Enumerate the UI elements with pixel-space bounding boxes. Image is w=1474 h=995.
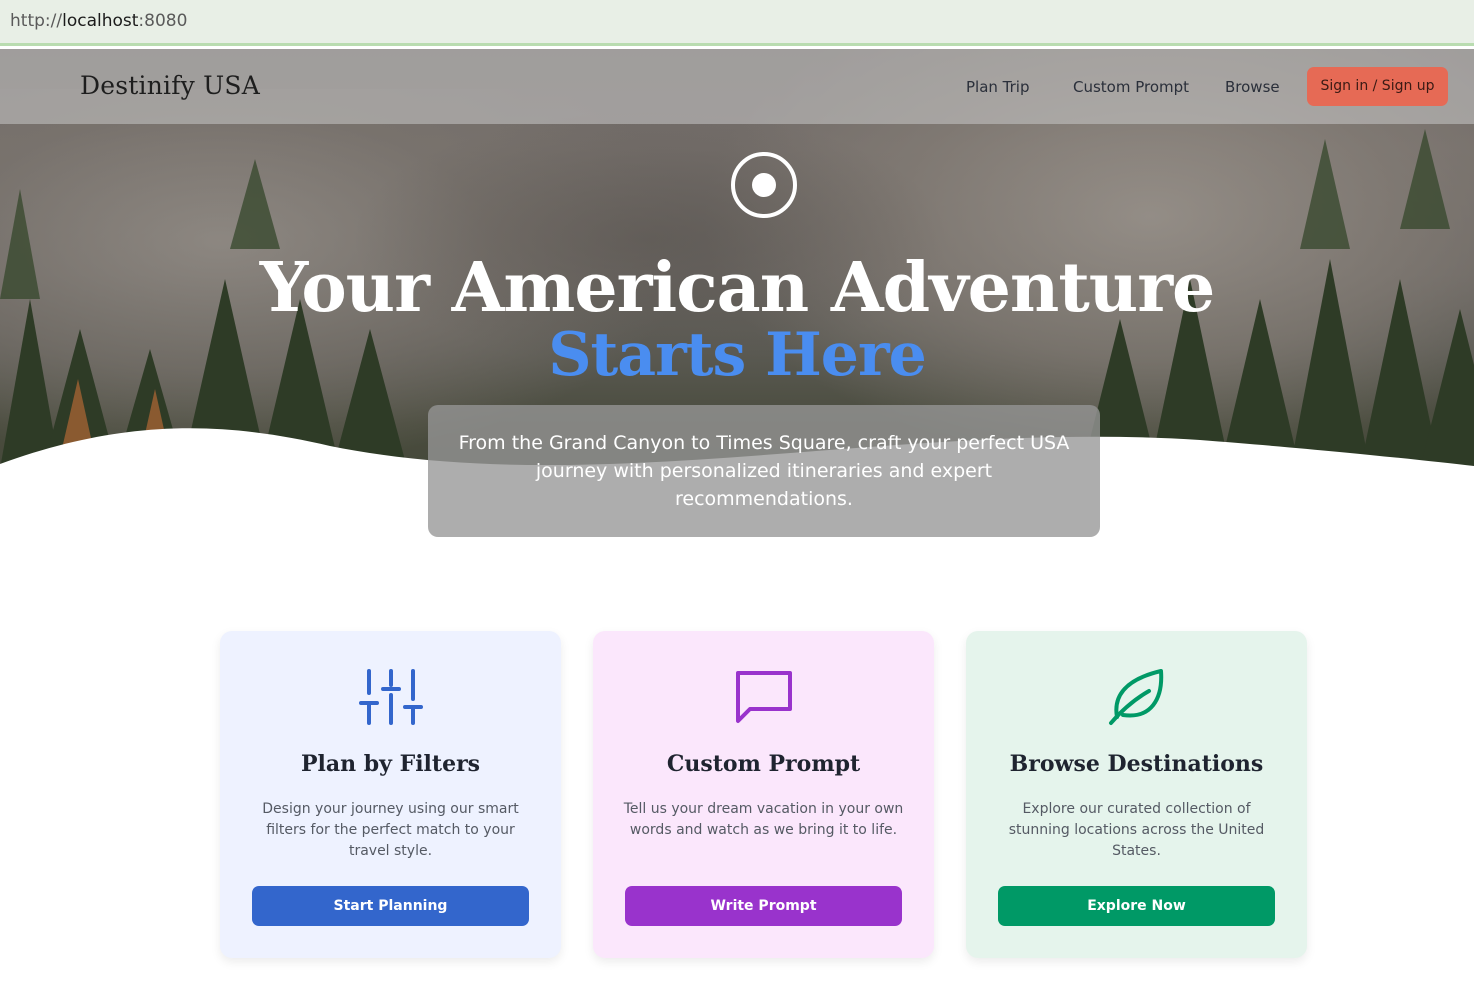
hero-subtitle-box: From the Grand Canyon to Times Square, c… xyxy=(428,405,1100,537)
brand-logo[interactable]: Destinify USA xyxy=(80,71,260,100)
card-description: Explore our curated collection of stunni… xyxy=(1008,801,1265,859)
hero-title-accent: Starts Here xyxy=(548,320,927,390)
start-planning-button[interactable]: Start Planning xyxy=(252,886,529,926)
card-description: Tell us your dream vacation in your own … xyxy=(623,801,904,838)
top-navbar: Destinify USA Plan Trip Custom Prompt Br… xyxy=(0,49,1474,124)
explore-now-button[interactable]: Explore Now xyxy=(998,886,1275,926)
nav-custom-prompt[interactable]: Custom Prompt xyxy=(1073,78,1189,96)
nav-browse[interactable]: Browse xyxy=(1225,78,1280,96)
leaf-icon xyxy=(1108,669,1163,725)
card-title: Plan by Filters xyxy=(300,751,481,777)
target-icon xyxy=(731,152,797,218)
card-custom-prompt: Custom Prompt Tell us your dream vacatio… xyxy=(593,631,934,958)
hero-subtitle: From the Grand Canyon to Times Square, c… xyxy=(458,432,1070,510)
write-prompt-button[interactable]: Write Prompt xyxy=(625,886,902,926)
message-square-icon xyxy=(735,671,792,723)
nav-plan-trip[interactable]: Plan Trip xyxy=(966,78,1030,96)
card-plan-by-filters: Plan by Filters Design your journey usin… xyxy=(220,631,561,958)
sliders-icon xyxy=(358,669,423,725)
browser-url-bar[interactable]: http://localhost:8080 xyxy=(0,0,1474,46)
url-text[interactable]: http://localhost:8080 xyxy=(10,11,187,31)
card-browse-destinations: Browse Destinations Explore our curated … xyxy=(966,631,1307,958)
hero-title: Your American Adventure xyxy=(259,248,1216,328)
card-description: Design your journey using our smart filt… xyxy=(262,801,519,859)
card-title: Browse Destinations xyxy=(1009,751,1264,777)
signin-button[interactable]: Sign in / Sign up xyxy=(1307,67,1448,106)
card-title: Custom Prompt xyxy=(666,751,861,777)
